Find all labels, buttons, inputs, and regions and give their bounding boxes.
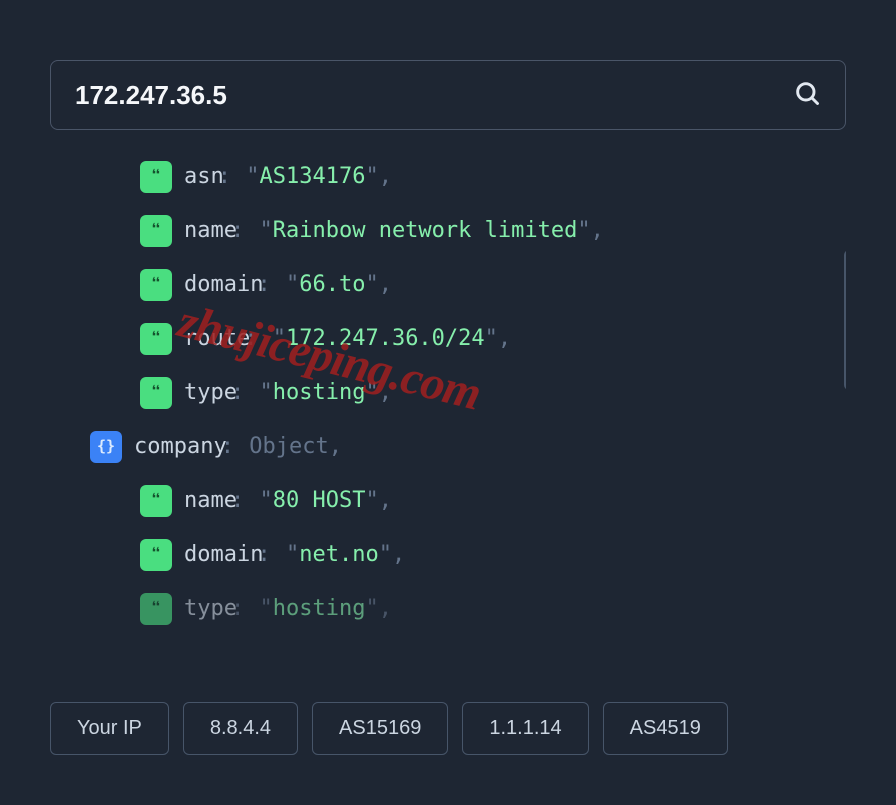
quote-icon: ❝	[140, 269, 172, 301]
json-entry: company: Object,	[134, 433, 342, 462]
quote-icon: ❝	[140, 215, 172, 247]
quote-icon: ❝	[140, 161, 172, 193]
json-row[interactable]: ❝ name: "80 HOST",	[50, 474, 846, 528]
json-viewer: ❝ asn: "AS134176", ❝ name: "Rainbow network…	[50, 150, 846, 682]
json-entry: name: "80 HOST",	[184, 487, 392, 516]
json-entry: asn: "AS134176",	[184, 163, 392, 192]
json-row[interactable]: ❝ domain: "net.no",	[50, 528, 846, 582]
json-entry: domain: "66.to",	[184, 271, 392, 300]
scrollbar-thumb[interactable]	[844, 250, 846, 390]
quick-link-button[interactable]: 8.8.4.4	[183, 702, 298, 755]
json-entry: route: "172.247.36.0/24",	[184, 325, 511, 354]
json-row[interactable]: ❝ name: "Rainbow network limited",	[50, 204, 846, 258]
quote-icon: ❝	[140, 593, 172, 625]
quote-icon: ❝	[140, 539, 172, 571]
quick-link-button[interactable]: Your IP	[50, 702, 169, 755]
json-row[interactable]: ❝ domain: "66.to",	[50, 258, 846, 312]
quick-link-button[interactable]: AS15169	[312, 702, 448, 755]
json-row[interactable]: {} company: Object,	[50, 420, 846, 474]
braces-icon: {}	[90, 431, 122, 463]
json-row[interactable]: ❝ type: "hosting",	[50, 582, 846, 636]
quote-icon: ❝	[140, 377, 172, 409]
json-entry: name: "Rainbow network limited",	[184, 217, 604, 246]
search-bar	[50, 60, 846, 130]
json-row[interactable]: ❝ asn: "AS134176",	[50, 150, 846, 204]
json-row[interactable]: ❝ route: "172.247.36.0/24",	[50, 312, 846, 366]
quote-icon: ❝	[140, 323, 172, 355]
json-entry: type: "hosting",	[184, 379, 392, 408]
quote-icon: ❝	[140, 485, 172, 517]
quick-link-button[interactable]: 1.1.1.14	[462, 702, 588, 755]
app-container: ❝ asn: "AS134176", ❝ name: "Rainbow network…	[0, 0, 896, 805]
json-entry: type: "hosting",	[184, 595, 392, 624]
json-entry: domain: "net.no",	[184, 541, 405, 570]
json-row[interactable]: ❝ type: "hosting",	[50, 366, 846, 420]
search-input[interactable]	[75, 80, 793, 111]
search-icon[interactable]	[793, 79, 821, 111]
quick-link-button[interactable]: AS4519	[603, 702, 728, 755]
quick-links: Your IP 8.8.4.4 AS15169 1.1.1.14 AS4519	[50, 702, 846, 755]
